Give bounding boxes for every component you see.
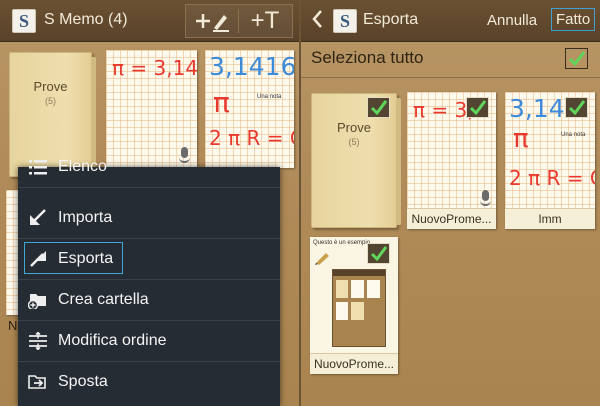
checkmark-icon bbox=[568, 51, 586, 67]
folder-count: (5) bbox=[348, 137, 360, 147]
screen-title: Esporta bbox=[363, 11, 419, 28]
menu-label: Elenco bbox=[58, 158, 107, 175]
screenshot-thumbnail bbox=[332, 269, 386, 347]
folder-name: Prove bbox=[33, 79, 68, 94]
reorder-icon bbox=[29, 332, 47, 350]
memo-caption-partial: N bbox=[8, 318, 18, 333]
memo-text: Una nota bbox=[561, 132, 586, 138]
selection-checkbox[interactable] bbox=[367, 97, 390, 118]
menu-label: Modifica ordine bbox=[58, 332, 167, 349]
checkmark-icon bbox=[469, 100, 487, 116]
checkmark-icon bbox=[568, 100, 586, 116]
memo-caption: NuovoProme... bbox=[310, 353, 398, 374]
new-text-memo-button[interactable]: +T bbox=[239, 5, 291, 37]
selection-checkbox[interactable] bbox=[367, 243, 390, 264]
app-logo-icon: S bbox=[12, 9, 36, 33]
import-arrow-icon bbox=[30, 209, 46, 225]
memo-handwriting: π bbox=[213, 86, 230, 119]
menu-label: Importa bbox=[58, 209, 113, 226]
app-title: S Memo (4) bbox=[44, 11, 128, 28]
checkmark-icon bbox=[370, 100, 388, 116]
plus-text-icon: +T bbox=[250, 7, 280, 34]
memo-handwriting: π bbox=[513, 124, 529, 154]
menu-item-crea-cartella[interactable]: Crea cartella bbox=[18, 280, 280, 321]
done-button[interactable]: Fatto bbox=[551, 8, 596, 31]
selection-checkbox[interactable] bbox=[565, 97, 588, 118]
new-folder-icon bbox=[28, 294, 46, 309]
memo-list-panel: S S Memo (4) +T Prove (5) π = 3,14 3,141… bbox=[0, 0, 299, 406]
back-chevron-icon[interactable] bbox=[311, 9, 323, 35]
select-all-checkbox[interactable] bbox=[565, 48, 588, 69]
export-panel: S Esporta Annulla Fatto Seleziona tutto … bbox=[301, 0, 600, 406]
memo-handwriting: 2 π R = C bbox=[509, 166, 595, 190]
memo-caption: Imm bbox=[505, 208, 595, 229]
cancel-button[interactable]: Annulla bbox=[487, 12, 537, 29]
memo-caption: NuovoProme... bbox=[407, 208, 496, 229]
memo-thumbnail-partial[interactable] bbox=[6, 190, 18, 315]
action-bar: S Esporta Annulla Fatto bbox=[301, 0, 600, 42]
menu-item-sposta[interactable]: Sposta bbox=[18, 362, 280, 402]
menu-item-elenco[interactable]: Elenco bbox=[18, 157, 280, 188]
memo-handwriting: 3,14 bbox=[509, 94, 565, 123]
menu-label: Crea cartella bbox=[58, 291, 149, 308]
pen-icon bbox=[315, 253, 329, 265]
memo-handwriting: π = 3,14 bbox=[112, 56, 197, 80]
selection-checkbox[interactable] bbox=[466, 97, 489, 118]
memo-thumbnail[interactable]: 3,1416 π Una nota 2 π R = C bbox=[205, 50, 294, 168]
menu-item-modifica-ordine[interactable]: Modifica ordine bbox=[18, 321, 280, 362]
menu-item-esporta[interactable]: Esporta bbox=[18, 239, 280, 280]
move-folder-icon bbox=[28, 375, 46, 389]
app-logo-icon: S bbox=[333, 9, 357, 33]
options-menu: Elenco Importa Esporta Crea cartella Mod… bbox=[18, 158, 280, 406]
header-divider bbox=[301, 77, 600, 78]
checkmark-icon bbox=[370, 246, 388, 262]
menu-label: Sposta bbox=[58, 373, 108, 390]
new-memo-buttons: +T bbox=[185, 4, 293, 38]
export-arrow-icon bbox=[30, 251, 46, 267]
action-bar: S S Memo (4) +T bbox=[0, 0, 299, 42]
memo-thumbnail[interactable]: π = 3,14 bbox=[106, 50, 197, 168]
menu-label: Esporta bbox=[58, 250, 114, 267]
folder-count: (5) bbox=[45, 96, 56, 106]
menu-item-importa[interactable]: Importa bbox=[18, 198, 280, 239]
memo-handwriting: 3,1416 bbox=[209, 52, 294, 81]
memo-handwriting: 2 π R = C bbox=[209, 126, 294, 150]
folder-spine bbox=[396, 98, 401, 225]
list-icon bbox=[29, 160, 47, 175]
folder-name: Prove bbox=[337, 120, 371, 135]
new-handwriting-memo-button[interactable] bbox=[186, 5, 238, 37]
select-all-label: Seleziona tutto bbox=[311, 48, 424, 67]
plus-pen-icon bbox=[196, 14, 229, 32]
memo-text: Questo è un esempio bbox=[313, 240, 371, 246]
memo-text: Una nota bbox=[257, 94, 282, 100]
memo-handwriting: π = 3, bbox=[413, 98, 474, 122]
voice-memo-icon bbox=[480, 190, 491, 206]
